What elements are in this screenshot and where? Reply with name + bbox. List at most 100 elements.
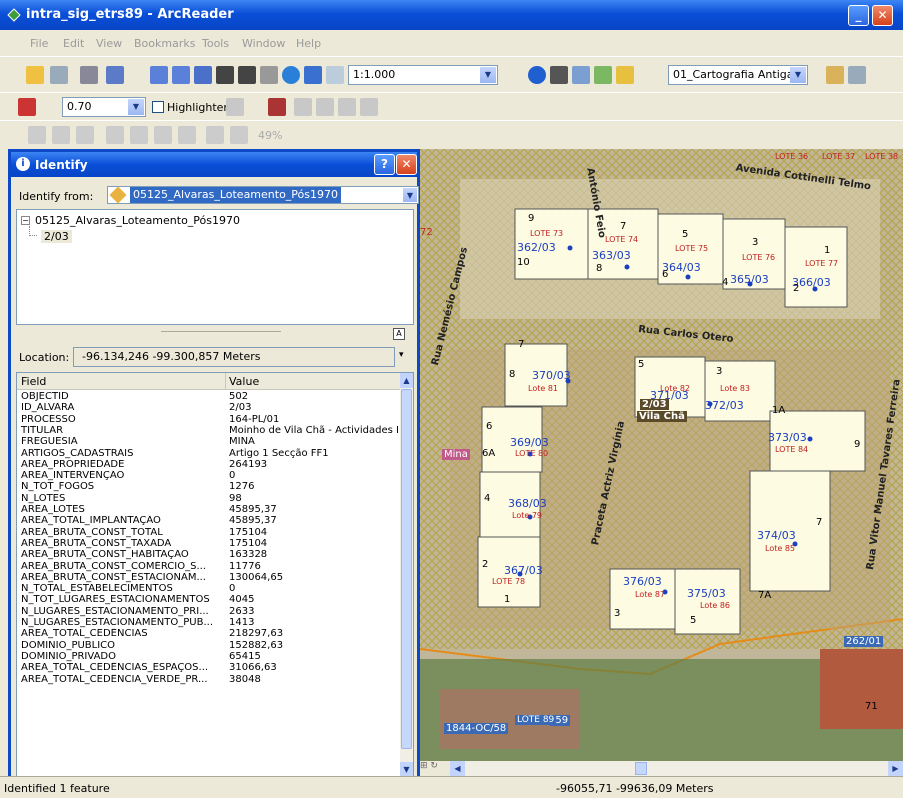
open-icon[interactable] bbox=[26, 66, 44, 84]
attribute-row[interactable]: N_TOTAL_ESTABELECIMENTOS 0 bbox=[17, 583, 401, 594]
scroll-left-icon[interactable]: ◀ bbox=[450, 761, 465, 776]
identify-icon[interactable] bbox=[528, 66, 546, 84]
measure-icon[interactable] bbox=[594, 66, 612, 84]
menu-edit[interactable]: Edit bbox=[63, 37, 84, 50]
scroll-right-icon[interactable]: ▶ bbox=[888, 761, 903, 776]
menu-bookmarks[interactable]: Bookmarks bbox=[134, 37, 195, 50]
attribute-row[interactable]: N_TOT_FOGOS 1276 bbox=[17, 481, 401, 492]
attribute-row[interactable]: DOMINIO_PUBLICO 152882,63 bbox=[17, 640, 401, 651]
attribute-row[interactable]: AREA_LOTES 45895,37 bbox=[17, 504, 401, 515]
focus-icon[interactable] bbox=[230, 126, 248, 144]
ink-text-icon[interactable] bbox=[338, 98, 356, 116]
attribute-row[interactable]: PROCESSO 164-PL/01 bbox=[17, 414, 401, 425]
tree-root-label[interactable]: 05125_Alvaras_Loteamento_Pós1970 bbox=[35, 214, 240, 227]
fixed-zoom-icon[interactable] bbox=[194, 66, 212, 84]
forward-icon[interactable] bbox=[326, 66, 344, 84]
attribute-row[interactable]: OBJECTID 502 bbox=[17, 391, 401, 402]
full-extent-icon[interactable] bbox=[282, 66, 300, 84]
pan-icon[interactable] bbox=[260, 66, 278, 84]
chevron-down-icon[interactable]: ▼ bbox=[790, 67, 806, 83]
attribute-row[interactable]: AREA_BRUTA_CONST_COMÉRCIO_S... 11776 bbox=[17, 561, 401, 572]
map-view-toggle[interactable]: ⊞ ↻ bbox=[420, 761, 450, 776]
scroll-up-icon[interactable]: ▲ bbox=[400, 373, 413, 388]
chevron-down-icon[interactable]: ▼ bbox=[403, 188, 417, 202]
attribute-row[interactable]: FREGUESIA MINA bbox=[17, 436, 401, 447]
fixed-zoom-out-icon[interactable] bbox=[238, 66, 256, 84]
attribute-row[interactable]: N_TOT_LUGARES_ESTACIONAMENTOS 4045 bbox=[17, 594, 401, 605]
attribute-row[interactable]: AREA_INTERVENÇÃO 0 bbox=[17, 470, 401, 481]
goto-xy-icon[interactable] bbox=[572, 66, 590, 84]
attribute-row[interactable]: N_LOTES 98 bbox=[17, 493, 401, 504]
identify-close-button[interactable]: ✕ bbox=[396, 154, 417, 175]
value-column-header[interactable]: Value bbox=[229, 375, 259, 388]
ink-graphic-icon[interactable] bbox=[316, 98, 334, 116]
scale-combo[interactable]: 1:1.000 ▼ bbox=[348, 65, 498, 85]
table-icon[interactable] bbox=[848, 66, 866, 84]
attribute-row[interactable]: AREA_BRUTA_CONST_HABITAÇÃO 163328 bbox=[17, 549, 401, 560]
attribute-row[interactable]: TITULAR Moinho de Vila Chã - Actividades … bbox=[17, 425, 401, 436]
pen-color-icon[interactable] bbox=[18, 98, 36, 116]
data-view-icon[interactable] bbox=[106, 66, 124, 84]
attribute-row[interactable]: ARTIGOS_CADASTRAIS Artigo 1 Secção FF1 bbox=[17, 448, 401, 459]
attribute-row[interactable]: AREA_TOTAL_CEDÊNCIAS 218297,63 bbox=[17, 628, 401, 639]
scroll-thumb[interactable] bbox=[401, 389, 412, 749]
splitter[interactable] bbox=[161, 331, 281, 332]
tree-feature-item[interactable]: 2/03 bbox=[41, 230, 72, 243]
map-horizontal-scrollbar[interactable]: ◀ ▶ bbox=[450, 761, 903, 776]
attribute-row[interactable]: N_LUGARES_ESTACIONAMENTO_PUB... 1413 bbox=[17, 617, 401, 628]
zoom-100-icon[interactable] bbox=[130, 126, 148, 144]
zoom-out-icon[interactable] bbox=[172, 66, 190, 84]
zoom-whole-page-icon[interactable] bbox=[106, 126, 124, 144]
attribute-row[interactable]: DOMINIO_PRIVADO 65415 bbox=[17, 651, 401, 662]
attribute-row[interactable]: AREA_TOTAL_CEDÊNCIAS_ESPAÇOS... 31066,63 bbox=[17, 662, 401, 673]
attribute-row[interactable]: ID_ALVARA 2/03 bbox=[17, 402, 401, 413]
map-view[interactable]: Avenida Cottinelli Telmo Rua Carlos Oter… bbox=[420, 149, 903, 776]
layout-pan-icon[interactable] bbox=[76, 126, 94, 144]
highlighter-checkbox[interactable] bbox=[152, 101, 164, 113]
layer-combo[interactable]: 01_Cartografia Antiga ▼ bbox=[668, 65, 808, 85]
collapse-icon[interactable]: − bbox=[21, 216, 30, 225]
map-canvas[interactable] bbox=[420, 149, 903, 776]
print-icon[interactable] bbox=[80, 66, 98, 84]
attribute-row[interactable]: AREA_TOTAL_IMPLANTAÇÃO 45895,37 bbox=[17, 515, 401, 526]
minimize-button[interactable]: _ bbox=[848, 5, 869, 26]
line-width-combo[interactable]: 0.70 ▼ bbox=[62, 97, 146, 117]
close-button[interactable]: ✕ bbox=[872, 5, 893, 26]
menu-tools[interactable]: Tools bbox=[202, 37, 229, 50]
layout-back-icon[interactable] bbox=[154, 126, 172, 144]
location-dropdown-icon[interactable]: ▾ bbox=[399, 350, 404, 360]
attribute-row[interactable]: N_LUGARES_ESTACIONAMENTO_PRI... 2633 bbox=[17, 606, 401, 617]
hyperlink-icon[interactable] bbox=[616, 66, 634, 84]
attribute-row[interactable]: AREA_BRUTA_CONST_TOTAL 175104 bbox=[17, 527, 401, 538]
back-icon[interactable] bbox=[304, 66, 322, 84]
help-button[interactable]: ? bbox=[374, 154, 395, 175]
clear-ink-icon[interactable] bbox=[268, 98, 286, 116]
eraser-icon[interactable] bbox=[226, 98, 244, 116]
layout-forward-icon[interactable] bbox=[178, 126, 196, 144]
ink-cancel-icon[interactable] bbox=[360, 98, 378, 116]
swipe-icon[interactable] bbox=[826, 66, 844, 84]
scroll-down-icon[interactable]: ▼ bbox=[400, 762, 413, 777]
map-h-thumb[interactable] bbox=[635, 762, 647, 775]
layout-zoom-out-icon[interactable] bbox=[52, 126, 70, 144]
ink-icon[interactable] bbox=[294, 98, 312, 116]
chevron-down-icon[interactable]: ▼ bbox=[128, 99, 144, 115]
attribute-row[interactable]: AREA_PROPRIEDADE 264193 bbox=[17, 459, 401, 470]
field-column-header[interactable]: Field bbox=[21, 375, 46, 388]
layout-zoom-in-icon[interactable] bbox=[28, 126, 46, 144]
menu-file[interactable]: File bbox=[30, 37, 48, 50]
toggle-draft-icon[interactable] bbox=[206, 126, 224, 144]
column-divider[interactable] bbox=[225, 373, 226, 390]
attribute-row[interactable]: AREA_BRUTA_CONST_ESTACIONAM... 130064,65 bbox=[17, 572, 401, 583]
menu-window[interactable]: Window bbox=[242, 37, 285, 50]
attribute-row[interactable]: AREA_TOTAL_CEDÊNCIA_VERDE_PR... 38048 bbox=[17, 674, 401, 685]
find-icon[interactable] bbox=[550, 66, 568, 84]
attribute-row[interactable]: AREA_BRUTA_CONST_TAXADA 175104 bbox=[17, 538, 401, 549]
chevron-down-icon[interactable]: ▼ bbox=[480, 67, 496, 83]
zoom-in-icon[interactable] bbox=[150, 66, 168, 84]
vertical-scrollbar[interactable]: ▲ ▼ bbox=[400, 373, 413, 777]
identify-from-combo[interactable]: 05125_Alvaras_Loteamento_Pós1970 ▼ bbox=[107, 186, 419, 204]
menu-view[interactable]: View bbox=[96, 37, 122, 50]
zoom-percent[interactable]: 49% bbox=[258, 129, 282, 142]
dock-icon[interactable]: A bbox=[393, 328, 405, 340]
